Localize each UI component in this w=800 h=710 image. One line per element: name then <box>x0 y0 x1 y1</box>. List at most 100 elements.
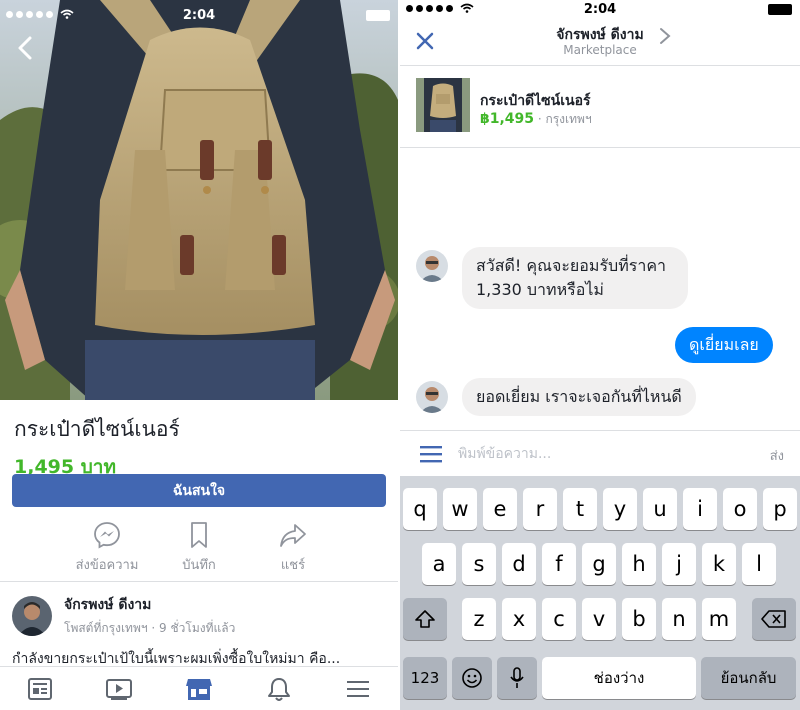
backspace-key[interactable] <box>752 598 796 640</box>
key-q[interactable]: q <box>403 488 437 530</box>
shift-key[interactable] <box>403 598 447 640</box>
message-input[interactable] <box>458 442 738 466</box>
wifi-icon <box>60 9 74 19</box>
tab-watch[interactable] <box>105 675 133 703</box>
back-button[interactable] <box>14 34 38 62</box>
space-key[interactable]: ช่องว่าง <box>542 657 696 699</box>
send-button[interactable]: ส่ง <box>770 445 784 466</box>
product-title: กระเป๋าดีไซน์เนอร์ <box>14 417 180 441</box>
key-w[interactable]: w <box>443 488 477 530</box>
key-t[interactable]: t <box>563 488 597 530</box>
menu-icon <box>347 681 369 697</box>
seller-row[interactable]: จักรพงษ์ ดีงาม โพสต์ที่กรุงเทพฯ · 9 ชั่ว… <box>12 594 235 638</box>
battery-icon <box>366 10 390 21</box>
action-label: แชร์ <box>280 558 306 573</box>
listing-title: กระเป๋าดีไซน์เนอร์ <box>480 93 591 109</box>
microphone-icon <box>510 667 524 688</box>
key-r[interactable]: r <box>523 488 557 530</box>
status-time: 2:04 <box>583 1 617 17</box>
chevron-right-icon[interactable] <box>658 26 672 46</box>
key-p[interactable]: p <box>763 488 797 530</box>
signal-icon <box>406 3 474 13</box>
composer: ส่ง <box>400 430 800 476</box>
chevron-left-icon <box>18 36 32 60</box>
signal-icon <box>6 9 74 19</box>
action-label: ส่งข้อความ <box>75 558 139 573</box>
message-bubble: ยอดเยี่ยม เราจะเจอกันที่ไหนดี <box>462 378 696 416</box>
key-g[interactable]: g <box>582 543 616 585</box>
watch-icon <box>106 679 132 700</box>
tab-news-feed[interactable] <box>26 675 54 703</box>
listing-meta: ฿1,495 · กรุงเทพฯ <box>480 110 592 129</box>
emoji-key[interactable] <box>452 657 492 699</box>
message-text: 1,330 บาทหรือไม่ <box>476 280 604 299</box>
return-key[interactable]: ย้อนกลับ <box>701 657 796 699</box>
listing-thumbnail[interactable] <box>416 78 470 132</box>
key-a[interactable]: a <box>422 543 456 585</box>
menu-icon[interactable] <box>420 445 442 463</box>
bookmark-icon <box>191 522 207 548</box>
key-l[interactable]: l <box>742 543 776 585</box>
interested-button[interactable]: ฉันสนใจ <box>12 474 386 507</box>
save-action[interactable]: บันทึก <box>154 520 244 575</box>
listing-card[interactable]: กระเป๋าดีไซน์เนอร์ ฿1,495 · กรุงเทพฯ <box>400 66 800 148</box>
key-s[interactable]: s <box>462 543 496 585</box>
divider <box>0 581 398 582</box>
tab-bar <box>0 666 398 710</box>
share-action[interactable]: แชร์ <box>248 520 338 575</box>
action-row: ส่งข้อความ บันทึก แชร์ <box>0 520 398 576</box>
news-feed-icon <box>28 678 52 700</box>
key-i[interactable]: i <box>683 488 717 530</box>
wifi-icon <box>460 3 474 13</box>
shift-icon <box>415 610 435 628</box>
key-m[interactable]: m <box>702 598 736 640</box>
marketplace-icon <box>186 679 212 700</box>
chat-screen: 2:04 จักรพงษ์ ดีงาม Marketplace กระเป๋าด… <box>400 0 800 710</box>
key-d[interactable]: d <box>502 543 536 585</box>
dictation-key[interactable] <box>497 657 537 699</box>
chat-subtitle: Marketplace <box>563 43 637 57</box>
messenger-icon <box>94 522 120 549</box>
avatar[interactable] <box>12 596 52 636</box>
message-text: สวัสดี! คุณจะยอมรับที่ราคา <box>476 256 667 275</box>
key-y[interactable]: y <box>603 488 637 530</box>
key-f[interactable]: f <box>542 543 576 585</box>
product-info: กระเป๋าดีไซน์เนอร์ 1,495 บาท <box>14 413 180 482</box>
key-h[interactable]: h <box>622 543 656 585</box>
status-time: 2:04 <box>182 7 216 23</box>
backspace-icon <box>761 610 786 628</box>
tab-notifications[interactable] <box>265 675 293 703</box>
key-x[interactable]: x <box>502 598 536 640</box>
product-photo[interactable] <box>0 0 398 400</box>
key-b[interactable]: b <box>622 598 656 640</box>
seller-name[interactable]: จักรพงษ์ ดีงาม <box>64 594 235 616</box>
notifications-icon <box>268 678 290 701</box>
status-bar: 2:04 <box>0 0 398 30</box>
key-n[interactable]: n <box>662 598 696 640</box>
numbers-key[interactable]: 123 <box>403 657 447 699</box>
key-c[interactable]: c <box>542 598 576 640</box>
key-e[interactable]: e <box>483 488 517 530</box>
key-o[interactable]: o <box>723 488 757 530</box>
post-meta: โพสต์ที่กรุงเทพฯ · 9 ชั่วโมงที่แล้ว <box>64 621 236 635</box>
listing-price: ฿1,495 <box>480 111 535 127</box>
tab-menu[interactable] <box>344 675 372 703</box>
emoji-icon <box>462 668 482 688</box>
avatar[interactable] <box>416 381 448 413</box>
message-action[interactable]: ส่งข้อความ <box>62 520 152 575</box>
status-bar: 2:04 <box>400 0 800 24</box>
key-j[interactable]: j <box>662 543 696 585</box>
key-v[interactable]: v <box>582 598 616 640</box>
listing-location: · กรุงเทพฯ <box>534 112 592 126</box>
key-z[interactable]: z <box>462 598 496 640</box>
message-bubble-me: ดูเยี่ยมเลย <box>675 327 773 363</box>
key-u[interactable]: u <box>643 488 677 530</box>
action-label: บันทึก <box>182 558 216 573</box>
avatar[interactable] <box>416 250 448 282</box>
keyboard: q w e r t y u i o p a s d f g h j k l z … <box>400 476 800 710</box>
key-k[interactable]: k <box>702 543 736 585</box>
share-icon <box>280 524 306 547</box>
chat-header: จักรพงษ์ ดีงาม Marketplace <box>400 22 800 66</box>
message-bubble: สวัสดี! คุณจะยอมรับที่ราคา 1,330 บาทหรือ… <box>462 247 688 309</box>
tab-marketplace[interactable] <box>185 675 213 703</box>
